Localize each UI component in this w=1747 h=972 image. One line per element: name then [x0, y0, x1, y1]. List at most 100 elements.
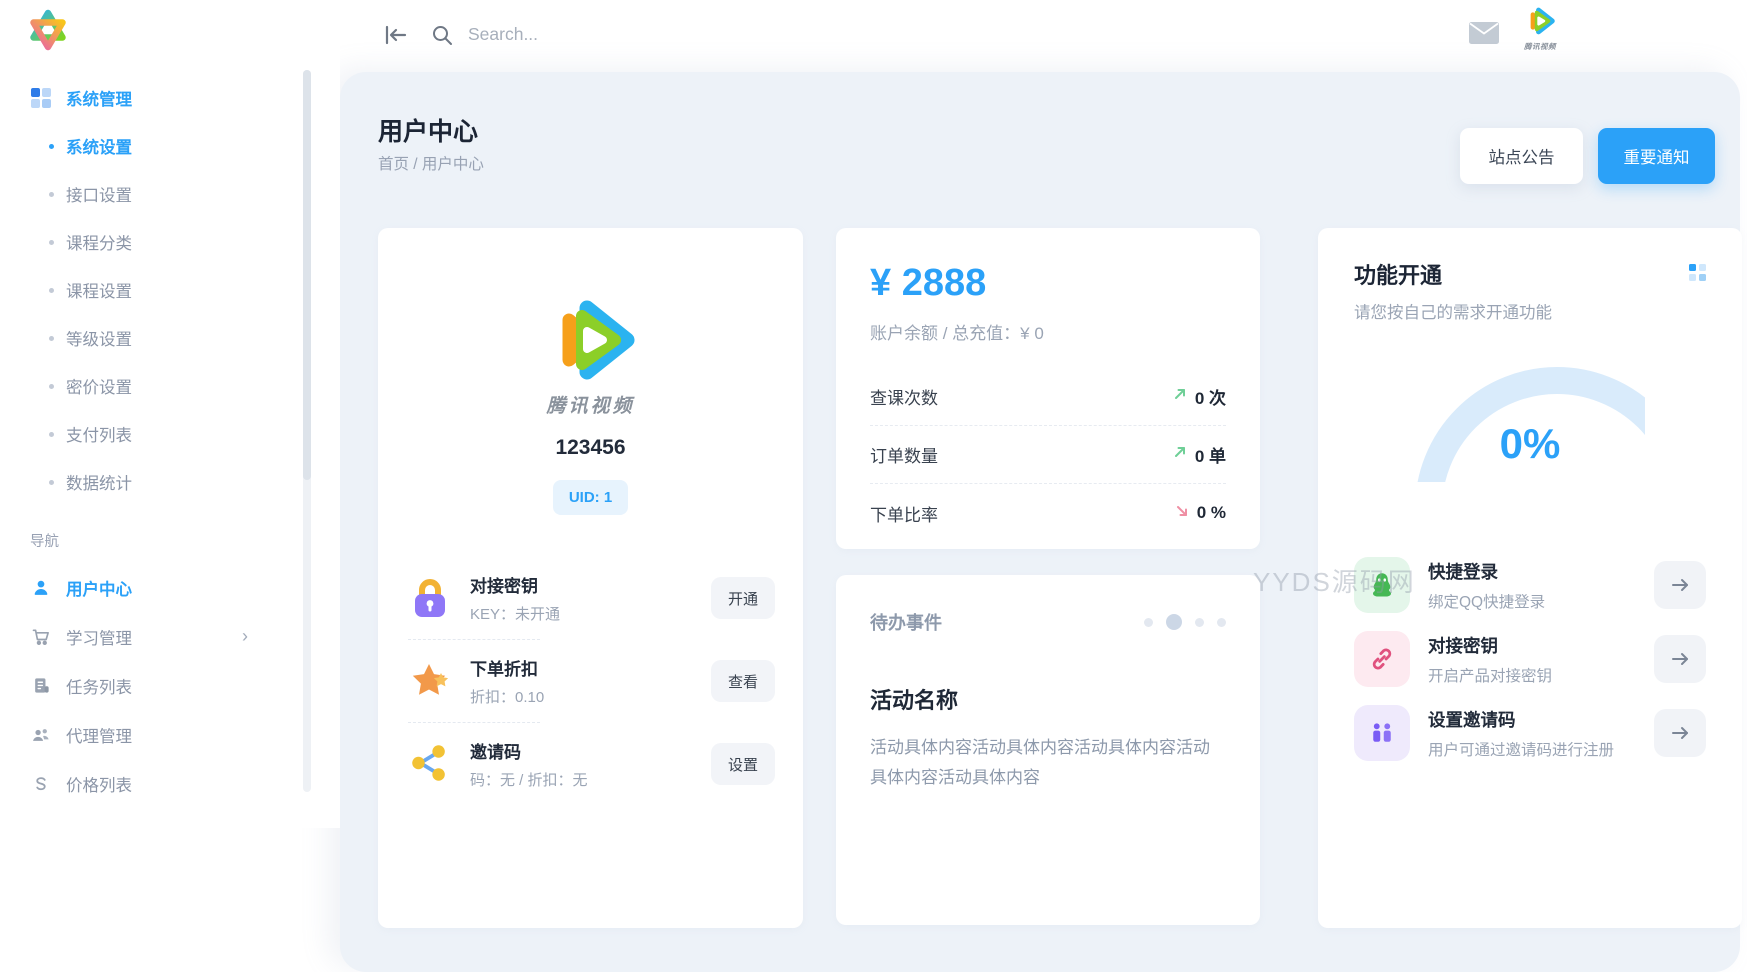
- sidebar-item-label: 用户中心: [66, 576, 132, 600]
- balance-caption: 账户余额 / 总充值：¥ 0: [870, 319, 1226, 344]
- agents-icon: [30, 724, 52, 746]
- carousel-dot[interactable]: [1144, 618, 1153, 627]
- bullet-icon: [49, 240, 54, 245]
- feature-subtitle: 用户可通过邀请码进行注册: [1428, 738, 1614, 760]
- sidebar-item-label: 接口设置: [66, 182, 132, 206]
- profile-row-invite-code: 邀请码 码：无 / 折扣：无 设置: [378, 723, 803, 805]
- feature-title: 对接密钥: [1428, 633, 1552, 658]
- event-text: 活动具体内容活动具体内容活动具体内容活动具体内容活动具体内容: [870, 733, 1226, 793]
- sidebar-item-label: 任务列表: [66, 674, 132, 698]
- profile-row-subtitle: 折扣：0.10: [470, 686, 544, 707]
- sidebar-group-system[interactable]: 系统管理: [0, 74, 300, 122]
- carousel-dot-active[interactable]: [1166, 614, 1182, 630]
- feature-title: 设置邀请码: [1428, 707, 1614, 732]
- profile-row-api-key: 对接密钥 KEY：未开通 开通: [378, 557, 803, 639]
- bullet-icon: [49, 144, 54, 149]
- sidebar-item-price-secret[interactable]: 密价设置: [0, 362, 300, 410]
- topbar: 腾讯视频: [340, 0, 1747, 72]
- profile-row-title: 邀请码: [470, 738, 588, 763]
- sidebar-item-task-list[interactable]: 任务列表: [0, 661, 300, 710]
- open-key-button[interactable]: 开通: [711, 577, 775, 619]
- sidebar-item-price-list[interactable]: 价格列表: [0, 759, 300, 808]
- sidebar-item-system-settings[interactable]: 系统设置: [0, 122, 300, 170]
- sidebar-item-agent-mgmt[interactable]: 代理管理: [0, 710, 300, 759]
- share-icon: [406, 740, 454, 788]
- uid-badge: UID: 1: [553, 480, 628, 515]
- balance-amount: ¥ 2888: [870, 262, 1226, 305]
- sidebar-item-study-mgmt[interactable]: 学习管理 ›: [0, 612, 300, 661]
- brand-logo-icon: 腾讯视频: [378, 290, 803, 418]
- stat-label: 订单数量: [870, 442, 938, 467]
- sidebar-item-payment-list[interactable]: 支付列表: [0, 410, 300, 458]
- invite-icon: [1354, 705, 1410, 761]
- avatar[interactable]: 腾讯视频: [1515, 3, 1565, 55]
- sidebar-item-course-category[interactable]: 课程分类: [0, 218, 300, 266]
- view-discount-button[interactable]: 查看: [711, 660, 775, 702]
- todo-card-title: 待办事件: [870, 609, 942, 635]
- bullet-icon: [49, 288, 54, 293]
- event-title: 活动名称: [870, 683, 1226, 715]
- gauge-value: 0%: [1500, 420, 1561, 468]
- carousel-dot[interactable]: [1195, 618, 1204, 627]
- trend-down-icon: [1175, 504, 1189, 523]
- stat-row-orders: 订单数量 0 单: [870, 426, 1226, 484]
- feature-subtitle: 绑定QQ快捷登录: [1428, 590, 1545, 612]
- arrow-right-button[interactable]: [1654, 709, 1706, 757]
- collapse-sidebar-icon[interactable]: [384, 24, 408, 51]
- sidebar-item-label: 支付列表: [66, 422, 132, 446]
- feature-row-invite-code[interactable]: 设置邀请码 用户可通过邀请码进行注册: [1354, 696, 1706, 770]
- sidebar-group-label: 系统管理: [66, 86, 132, 110]
- lock-icon: [406, 574, 454, 622]
- stat-value: 0 %: [1197, 503, 1226, 523]
- set-invite-button[interactable]: 设置: [711, 743, 775, 785]
- sidebar-item-label: 代理管理: [66, 723, 132, 747]
- dollar-icon: [30, 773, 52, 795]
- sidebar-item-data-stats[interactable]: 数据统计: [0, 458, 300, 506]
- qq-icon: [1354, 557, 1410, 613]
- grid-icon[interactable]: [1689, 264, 1706, 286]
- mail-icon[interactable]: [1469, 22, 1499, 49]
- sidebar-item-level-settings[interactable]: 等级设置: [0, 314, 300, 362]
- feature-row-api-key[interactable]: 对接密钥 开启产品对接密钥: [1354, 622, 1706, 696]
- sidebar-item-label: 课程分类: [66, 230, 132, 254]
- sidebar: 系统管理 系统设置 接口设置 课程分类 课程设置 等级设置 密价设置 支付列: [0, 0, 340, 828]
- feature-row-quick-login[interactable]: 快捷登录 绑定QQ快捷登录: [1354, 548, 1706, 622]
- bullet-icon: [49, 336, 54, 341]
- carousel-dot[interactable]: [1217, 618, 1226, 627]
- todo-card: 待办事件 活动名称 活动具体内容活动具体内容活动具体内容活动具体内容活动具体内容: [836, 575, 1260, 925]
- sidebar-scrollbar-thumb[interactable]: [303, 70, 311, 480]
- arrow-right-button[interactable]: [1654, 635, 1706, 683]
- feature-subtitle: 开启产品对接密钥: [1428, 664, 1552, 686]
- site-notice-button[interactable]: 站点公告: [1460, 128, 1583, 184]
- stat-value: 0 次: [1195, 384, 1226, 409]
- chevron-right-icon: ›: [242, 626, 248, 647]
- sidebar-item-label: 系统设置: [66, 134, 132, 158]
- bullet-icon: [49, 192, 54, 197]
- sidebar-item-user-center[interactable]: 用户中心: [0, 563, 300, 612]
- stat-label: 下单比率: [870, 501, 938, 526]
- link-icon: [1354, 631, 1410, 687]
- main-panel: 用户中心 首页 / 用户中心 站点公告 重要通知 腾讯视频 123456 UID…: [340, 72, 1740, 972]
- arrow-right-button[interactable]: [1654, 561, 1706, 609]
- search-icon[interactable]: [430, 23, 454, 52]
- stat-label: 查课次数: [870, 384, 938, 409]
- sidebar-scrollbar-track: [303, 70, 311, 792]
- important-notice-button[interactable]: 重要通知: [1598, 128, 1715, 184]
- trend-up-icon: [1173, 445, 1187, 464]
- brand-caption: 腾讯视频: [378, 391, 803, 418]
- username: 123456: [378, 436, 803, 460]
- sidebar-item-api-settings[interactable]: 接口设置: [0, 170, 300, 218]
- sidebar-item-course-settings[interactable]: 课程设置: [0, 266, 300, 314]
- features-card-subtitle: 请您按自己的需求开通功能: [1354, 299, 1552, 323]
- stat-value: 0 单: [1195, 442, 1226, 467]
- bullet-icon: [49, 384, 54, 389]
- nav-section-label: 导航: [0, 506, 300, 563]
- app-logo-icon[interactable]: [24, 6, 72, 54]
- profile-row-subtitle: 码：无 / 折扣：无: [470, 769, 588, 790]
- sidebar-item-label: 课程设置: [66, 278, 132, 302]
- progress-gauge: 0%: [1415, 367, 1645, 482]
- feature-title: 快捷登录: [1428, 559, 1545, 584]
- search-input[interactable]: [468, 16, 768, 52]
- bullet-icon: [49, 480, 54, 485]
- breadcrumb: 首页 / 用户中心: [378, 152, 484, 174]
